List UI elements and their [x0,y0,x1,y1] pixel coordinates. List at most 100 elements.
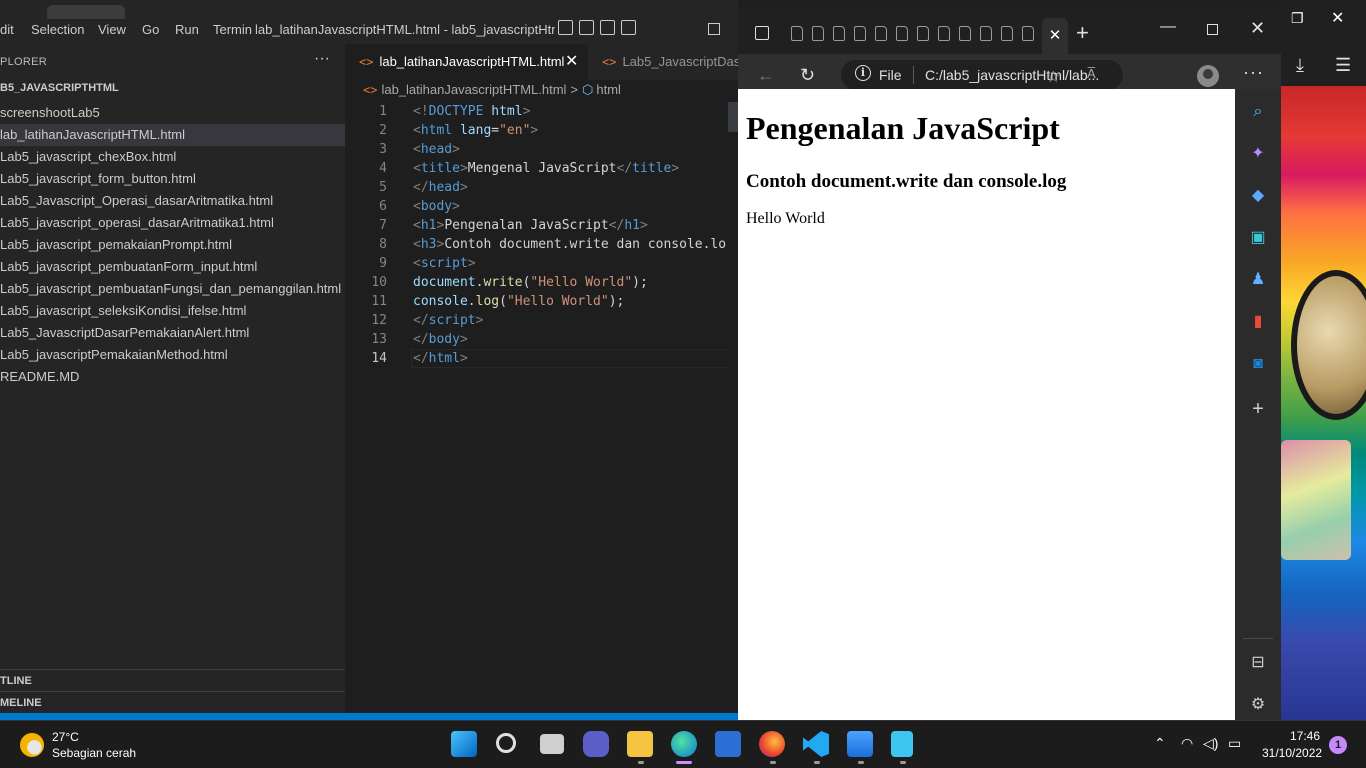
menu-edit[interactable]: dit [0,22,14,37]
new-tab-button[interactable]: + [1076,20,1089,46]
photos-icon[interactable] [847,731,873,757]
games-icon[interactable]: ♟ [1248,270,1268,290]
code-line[interactable]: 8 <h3>Contoh document.write dan console.l… [345,235,738,254]
url-field[interactable]: i File C:/lab5_javascriptHtml/lab... A̅ [841,60,1123,90]
file-item[interactable]: Lab5_Javascript_Operasi_dasarAritmatika.… [0,190,345,212]
file-item[interactable]: screenshootLab5 [0,102,345,124]
breadcrumb-file[interactable]: lab_latihanJavascriptHTML.html [381,82,566,97]
hamburger-menu-icon[interactable]: ☰ [1335,55,1351,76]
tab-page-icon[interactable] [917,26,929,41]
code-line[interactable]: 12 </script> [345,311,738,330]
toggle-sidebar-icon[interactable] [558,20,573,35]
code-line[interactable]: 1 <!DOCTYPE html> [345,102,738,121]
code-line[interactable]: 3 <head> [345,140,738,159]
battery-icon[interactable]: ▭ [1228,735,1241,752]
tab-inactive-file[interactable]: <> Lab5_JavascriptDasar [588,44,738,80]
file-item[interactable]: Lab5_javascript_pembuatanFungsi_dan_pema… [0,278,345,300]
workspace-folder[interactable]: B5_JAVASCRIPTHTML [0,82,119,94]
code-line[interactable]: 7 <h1>Pengenalan JavaScript</h1> [345,216,738,235]
file-item[interactable]: Lab5_javascript_seleksiKondisi_ifelse.ht… [0,300,345,322]
split-screen-icon[interactable]: ⊟ [1248,653,1268,673]
tab-page-icon[interactable] [875,26,887,41]
breadcrumb-symbol[interactable]: html [596,82,621,97]
code-line[interactable]: 14 </html> [345,349,738,368]
file-item[interactable]: Lab5_JavascriptDasarPemakaianAlert.html [0,322,345,344]
tab-page-icon[interactable] [791,26,803,41]
code-line[interactable]: 4 <title>Mengenal JavaScript</title> [345,159,738,178]
weather-icon[interactable] [20,733,44,757]
edge-icon[interactable] [671,731,697,757]
close-tab-icon[interactable]: ✕ [565,44,578,80]
info-icon[interactable]: i [855,65,871,81]
weather-description[interactable]: Sebagian cerah [52,746,136,760]
timeline-section[interactable]: MELINE [0,691,345,713]
more-icon[interactable]: ··· [1243,62,1264,83]
search-icon[interactable]: ⌕ [1248,102,1268,122]
tab-active-file[interactable]: <> lab_latihanJavascriptHTML.html ✕ [345,44,588,80]
tab-page-icon[interactable] [938,26,950,41]
read-aloud-icon[interactable]: A̅ [1087,66,1096,81]
toggle-secondary-sidebar-icon[interactable] [600,20,615,35]
tab-page-icon[interactable] [896,26,908,41]
code-line[interactable]: 10 document.write("Hello World"); [345,273,738,292]
favorite-add-icon[interactable]: ☆ [1046,67,1060,87]
search-icon[interactable] [496,733,516,753]
url-text[interactable]: C:/lab5_javascriptHtml/lab... [925,67,1101,83]
tab-actions-icon[interactable] [755,26,769,40]
notepad-icon[interactable] [891,731,913,757]
toggle-panel-icon[interactable] [579,20,594,35]
teams-icon[interactable] [583,731,609,757]
tab-page-icon[interactable] [959,26,971,41]
active-tab-close-icon[interactable]: ✕ [1042,18,1068,54]
menu-run[interactable]: Run [175,22,199,37]
tab-page-icon[interactable] [1001,26,1013,41]
file-item[interactable]: Lab5_javascript_form_button.html [0,168,345,190]
add-icon[interactable]: + [1248,399,1268,419]
file-item-active[interactable]: lab_latihanJavascriptHTML.html [0,124,345,146]
customize-layout-icon[interactable] [621,20,636,35]
profile-avatar[interactable] [1197,65,1219,87]
office-icon[interactable]: ▮ [1248,312,1268,332]
shopping-tag-icon[interactable]: ◆ [1248,186,1268,206]
file-item[interactable]: README.MD [0,366,345,388]
downloads-icon[interactable]: ⤓ [1296,55,1304,76]
volume-icon[interactable]: ◁) [1203,735,1218,752]
file-item[interactable]: Lab5_javascript_chexBox.html [0,146,345,168]
tab-page-icon[interactable] [812,26,824,41]
tools-icon[interactable]: ▣ [1248,228,1268,248]
file-item[interactable]: Lab5_javascriptPemakaianMethod.html [0,344,345,366]
tab-page-icon[interactable] [980,26,992,41]
code-line[interactable]: 11 console.log("Hello World"); [345,292,738,311]
clock-date[interactable]: 31/10/2022 [1262,746,1322,760]
firefox-icon[interactable] [759,731,785,757]
file-item[interactable]: Lab5_javascript_operasi_dasarAritmatika1… [0,212,345,234]
outline-section[interactable]: TLINE [0,669,345,691]
file-explorer-icon[interactable] [627,731,653,757]
code-line[interactable]: 6 <body> [345,197,738,216]
tab-page-icon[interactable] [833,26,845,41]
menu-terminal[interactable]: Termin [213,22,255,37]
notification-badge[interactable]: 1 [1329,736,1347,754]
maximize-icon[interactable] [1207,24,1218,35]
back-icon[interactable]: ← [757,65,775,86]
code-line[interactable]: 2 <html lang="en"> [345,121,738,140]
menu-go[interactable]: Go [142,22,159,37]
copilot-icon[interactable]: ✦ [1248,144,1268,164]
settings-icon[interactable]: ⚙ [1248,695,1268,715]
code-line[interactable]: 9 <script> [345,254,738,273]
vscode-icon[interactable] [803,731,829,757]
tab-page-icon[interactable] [1022,26,1034,41]
restore-icon[interactable]: ❐ [1291,10,1304,27]
file-item[interactable]: Lab5_javascript_pembuatanForm_input.html [0,256,345,278]
task-view-icon[interactable] [540,734,564,754]
code-line[interactable]: 5 </head> [345,178,738,197]
close-window-icon[interactable]: ✕ [1250,18,1265,39]
refresh-icon[interactable]: ↻ [800,65,815,86]
store-icon[interactable] [715,731,741,757]
outlook-icon[interactable]: ◙ [1248,354,1268,374]
chevron-up-icon[interactable]: ⌃ [1154,735,1166,752]
minimap[interactable] [726,102,738,702]
file-item[interactable]: Lab5_javascript_pemakaianPrompt.html [0,234,345,256]
menu-view[interactable]: View [98,22,126,37]
clock-time[interactable]: 17:46 [1290,729,1320,743]
